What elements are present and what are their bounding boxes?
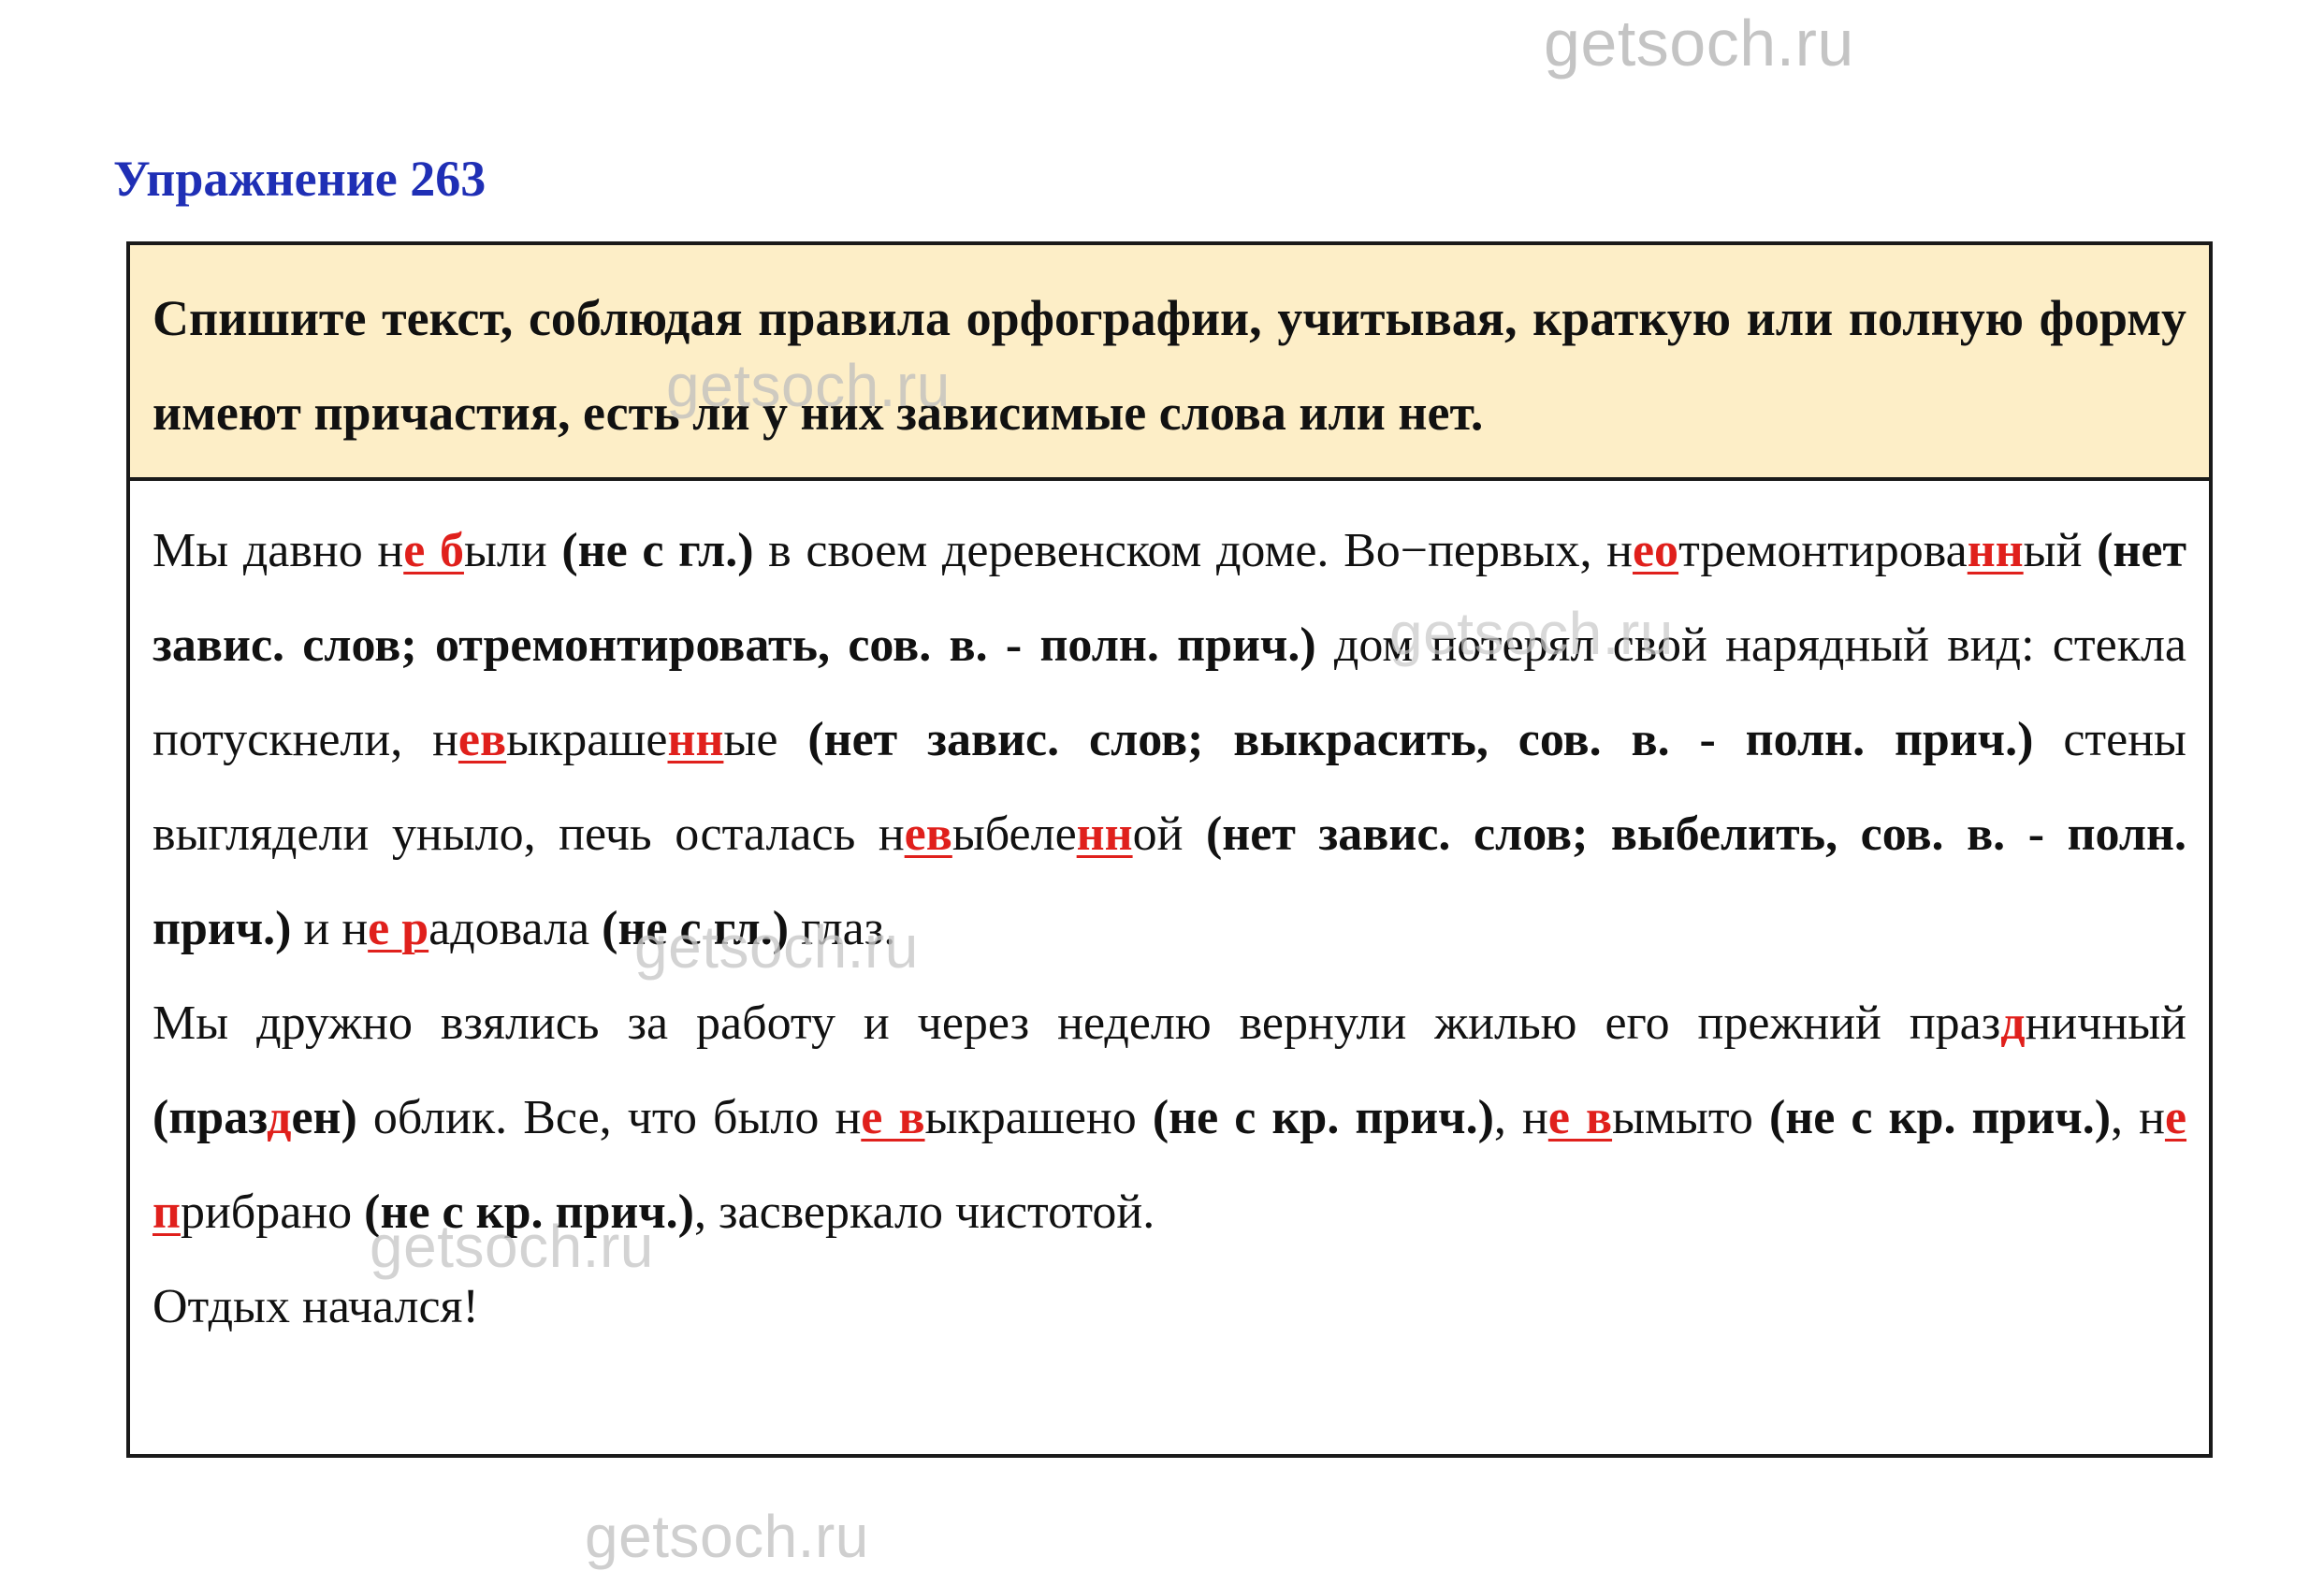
grammar-note: (праз: [153, 1091, 268, 1144]
task-instruction: Спишите текст, соблюдая правила орфограф…: [130, 245, 2209, 481]
answer-text: Мы давно не были (не с гл.) в своем дере…: [130, 481, 2209, 1354]
spelling-highlight: е в: [861, 1091, 925, 1144]
text-fragment: Отдых начался!: [153, 1280, 479, 1333]
text-fragment: глаз.: [789, 902, 896, 955]
text-fragment: ой: [1132, 807, 1206, 861]
paragraph-3: Отдых начался!: [153, 1259, 2186, 1354]
spelling-highlight: е р: [368, 902, 429, 955]
text-fragment: рибрано: [180, 1186, 365, 1239]
text-fragment: облик. Все, что было н: [356, 1091, 862, 1144]
text-fragment: Мы дружно взялись за работу и через неде…: [153, 996, 2001, 1050]
exercise-title: Упражнение 263: [113, 151, 487, 207]
text-fragment: ыкраше: [506, 713, 668, 766]
text-fragment: ыкрашено: [924, 1091, 1153, 1144]
paragraph-1: Мы давно не были (не с гл.) в своем дере…: [153, 503, 2186, 976]
text-fragment: ымыто: [1612, 1091, 1769, 1144]
grammar-note: (не с кр. прич.): [1768, 1091, 2112, 1144]
text-fragment: Мы давно н: [153, 524, 404, 577]
text-fragment: тремонтирова: [1678, 524, 1968, 577]
spelling-highlight: д: [267, 1091, 292, 1144]
spelling-highlight: д: [2000, 996, 2026, 1050]
text-fragment: ничный: [2025, 996, 2186, 1050]
spelling-highlight: ев: [904, 807, 952, 861]
text-fragment: в своем деревенском доме. Во−первых, н: [753, 524, 1633, 577]
watermark-bottom: getsoch.ru: [585, 1503, 869, 1570]
text-fragment: , н: [2111, 1091, 2165, 1144]
grammar-note: (не с кр. прич.): [364, 1186, 694, 1239]
spelling-highlight: нн: [667, 713, 724, 766]
grammar-note: ен): [291, 1091, 357, 1144]
text-fragment: ые: [723, 713, 808, 766]
text-fragment: ыбеле: [951, 807, 1077, 861]
text-fragment: адовала: [428, 902, 603, 955]
spelling-highlight: ео: [1632, 524, 1679, 577]
text-fragment: и н: [291, 902, 369, 955]
text-fragment: ыли: [463, 524, 562, 577]
spelling-highlight: е б: [403, 524, 464, 577]
spelling-highlight: нн: [1967, 524, 2024, 577]
grammar-note: (не с кр. прич.): [1152, 1091, 1494, 1144]
text-fragment: ый: [2023, 524, 2098, 577]
text-fragment: , н: [1493, 1091, 1548, 1144]
grammar-note: (не с гл.): [561, 524, 754, 577]
paragraph-2: Мы дружно взялись за работу и через неде…: [153, 976, 2186, 1259]
grammar-note: (не с гл.): [602, 902, 790, 955]
grammar-note: (нет завис. слов; выкрасить, сов. в. - п…: [807, 713, 2034, 766]
text-fragment: , засверкало чистотой.: [693, 1186, 1155, 1239]
exercise-box: Спишите текст, соблюдая правила орфограф…: [126, 241, 2213, 1458]
spelling-highlight: нн: [1076, 807, 1133, 861]
watermark-top: getsoch.ru: [1544, 7, 1854, 80]
spelling-highlight: е в: [1547, 1091, 1613, 1144]
spelling-highlight: ев: [458, 713, 507, 766]
